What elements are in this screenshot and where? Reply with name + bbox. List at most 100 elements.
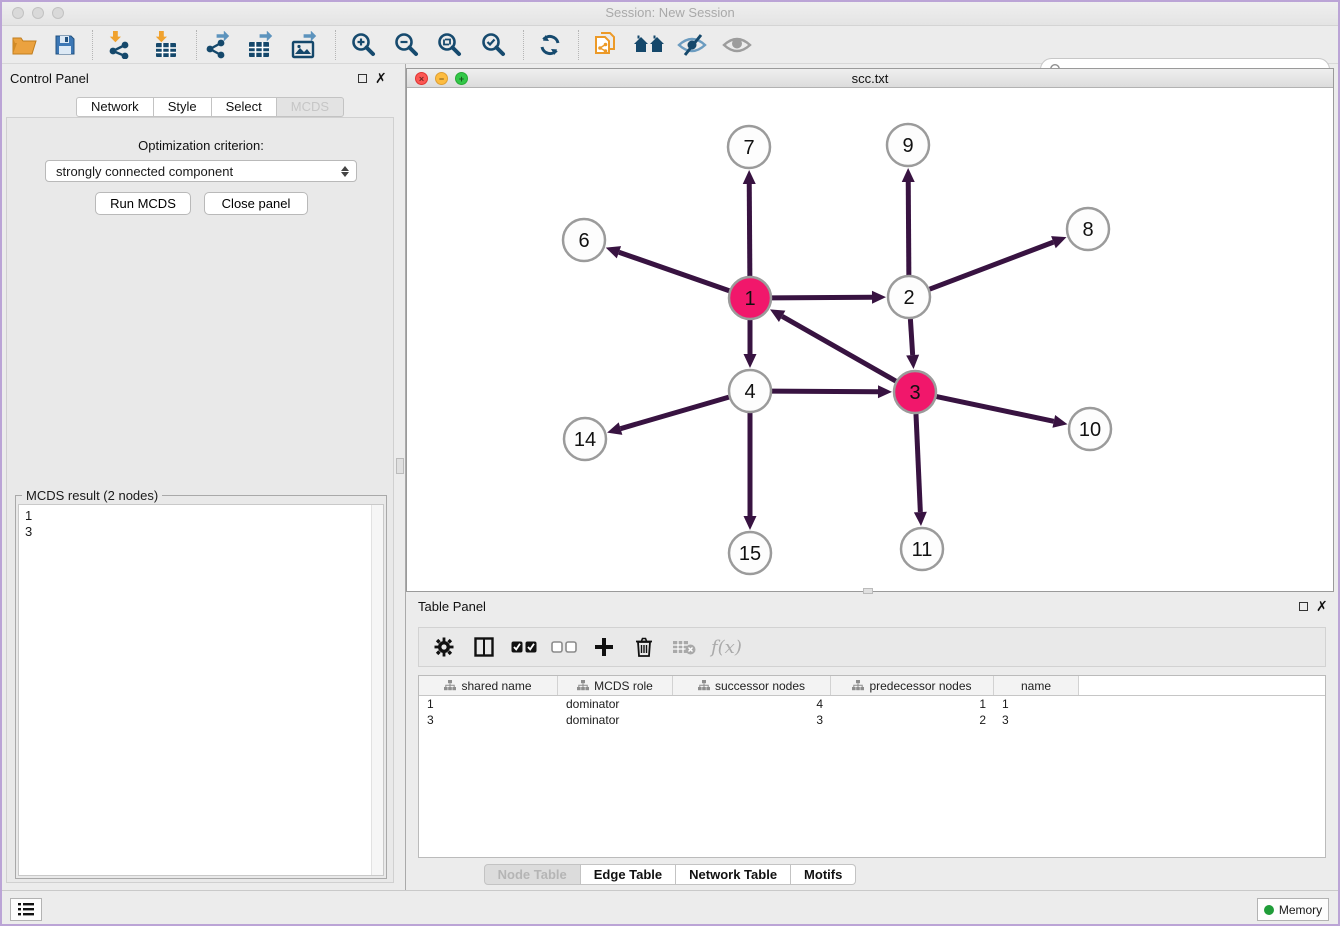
edge-3-10[interactable] (937, 397, 1054, 422)
column-header-name[interactable]: name (994, 676, 1079, 695)
tab-mcds[interactable]: MCDS (277, 97, 344, 117)
edge-1-6[interactable] (619, 252, 729, 291)
column-header-MCDS-role[interactable]: MCDS role (558, 676, 673, 695)
tab-select[interactable]: Select (212, 97, 277, 117)
tab-node-table[interactable]: Node Table (484, 864, 581, 885)
arrowhead-icon (906, 355, 919, 369)
deselect-all-icon[interactable] (551, 634, 577, 660)
window-minimize-button[interactable] (32, 7, 44, 19)
node-label-8: 8 (1082, 219, 1093, 241)
memory-label: Memory (1279, 903, 1322, 917)
window-title: Session: New Session (0, 0, 1340, 26)
memory-button[interactable]: Memory (1257, 898, 1329, 921)
gear-icon[interactable] (431, 634, 457, 660)
node-table[interactable]: shared name MCDS role successor nodesprede… (418, 675, 1326, 858)
window-zoom-button[interactable] (52, 7, 64, 19)
table-cell: 4 (673, 696, 831, 712)
edge-3-11[interactable] (916, 414, 920, 512)
save-session-icon[interactable] (48, 31, 82, 59)
import-table-icon[interactable] (149, 31, 183, 59)
zoom-fit-icon[interactable] (432, 31, 466, 59)
mcds-result-group: MCDS result (2 nodes) 1 3 (15, 495, 387, 879)
tab-network-table[interactable]: Network Table (676, 864, 791, 885)
control-panel-title: Control Panel (10, 71, 89, 86)
edge-1-7[interactable] (749, 184, 750, 276)
chevron-up-down-icon (339, 163, 350, 179)
tab-edge-table[interactable]: Edge Table (581, 864, 676, 885)
column-label: name (1021, 679, 1051, 693)
table-cell: 3 (994, 712, 1079, 728)
arrowhead-icon (744, 516, 757, 530)
select-all-icon[interactable] (511, 634, 537, 660)
network-maximize-button[interactable]: + (455, 72, 468, 85)
splitter-grip[interactable] (396, 458, 404, 474)
export-table-icon[interactable] (244, 31, 278, 59)
table-row[interactable]: 3dominator323 (419, 712, 1325, 728)
delete-icon[interactable] (631, 634, 657, 660)
close-panel-button[interactable]: Close panel (204, 192, 308, 215)
hide-selected-icon[interactable] (675, 31, 709, 59)
zoom-in-icon[interactable] (346, 31, 380, 59)
export-image-icon[interactable] (288, 31, 322, 59)
refresh-icon[interactable] (533, 31, 567, 59)
network-minimize-button[interactable]: − (435, 72, 448, 85)
columns-icon[interactable] (471, 634, 497, 660)
main-toolbar (0, 26, 1340, 64)
status-bar: Memory (0, 890, 1340, 926)
edge-2-3[interactable] (910, 319, 912, 355)
toolbar-separator (92, 30, 93, 60)
task-history-button[interactable] (10, 898, 42, 921)
column-label: shared name (461, 679, 531, 693)
zoom-out-icon[interactable] (389, 31, 423, 59)
edge-2-8[interactable] (930, 242, 1054, 289)
network-canvas[interactable]: 7968124314101511 (407, 89, 1333, 591)
function-builder-icon[interactable]: f(x) (711, 637, 742, 658)
arrowhead-icon (1052, 415, 1067, 428)
edge-4-3[interactable] (772, 391, 878, 392)
arrowhead-icon (902, 168, 915, 182)
run-mcds-button[interactable]: Run MCDS (95, 192, 191, 215)
show-all-icon[interactable] (720, 31, 754, 59)
home-icon[interactable] (632, 31, 666, 59)
window-close-button[interactable] (12, 7, 24, 19)
add-icon[interactable] (591, 634, 617, 660)
criterion-select[interactable]: strongly connected component (45, 160, 357, 182)
mcds-result-text[interactable]: 1 3 (18, 504, 384, 876)
export-network-icon[interactable] (201, 31, 235, 59)
float-table-panel-icon[interactable] (1299, 602, 1308, 611)
edge-4-14[interactable] (621, 397, 729, 429)
open-session-icon[interactable] (8, 31, 42, 59)
delete-table-icon[interactable] (671, 634, 697, 660)
toolbar-separator (196, 30, 197, 60)
column-label: MCDS role (594, 679, 653, 693)
horizontal-splitter-grip[interactable] (863, 588, 873, 594)
close-panel-icon[interactable]: ✗ (375, 73, 387, 83)
toolbar-separator (335, 30, 336, 60)
edge-1-2[interactable] (772, 297, 872, 298)
column-header-predecessor-nodes[interactable]: predecessor nodes (831, 676, 994, 695)
close-table-panel-icon[interactable]: ✗ (1316, 601, 1328, 611)
network-close-button[interactable]: × (415, 72, 428, 85)
tab-style[interactable]: Style (154, 97, 212, 117)
table-row[interactable]: 1dominator411 (419, 696, 1325, 712)
network-window-titlebar[interactable]: × − + scc.txt (407, 69, 1333, 88)
table-toolbar: f(x) (418, 627, 1326, 667)
tab-motifs[interactable]: Motifs (791, 864, 856, 885)
edge-3-1[interactable] (782, 316, 896, 381)
tab-network[interactable]: Network (76, 97, 154, 117)
first-neighbors-icon[interactable] (588, 31, 622, 59)
mcds-panel: Optimization criterion: strongly connect… (6, 117, 394, 883)
node-label-11: 11 (912, 539, 933, 561)
node-label-6: 6 (578, 230, 589, 252)
arrowhead-icon (606, 246, 621, 258)
column-header-shared-name[interactable]: shared name (419, 676, 558, 695)
column-header-successor-nodes[interactable]: successor nodes (673, 676, 831, 695)
float-panel-icon[interactable] (358, 74, 367, 83)
table-cell: dominator (558, 712, 673, 728)
edge-2-9[interactable] (908, 182, 909, 275)
import-network-icon[interactable] (103, 31, 137, 59)
mcds-result-title: MCDS result (2 nodes) (22, 488, 162, 503)
result-scrollbar[interactable] (371, 505, 383, 875)
zoom-selected-icon[interactable] (476, 31, 510, 59)
table-cell: 3 (419, 712, 558, 728)
